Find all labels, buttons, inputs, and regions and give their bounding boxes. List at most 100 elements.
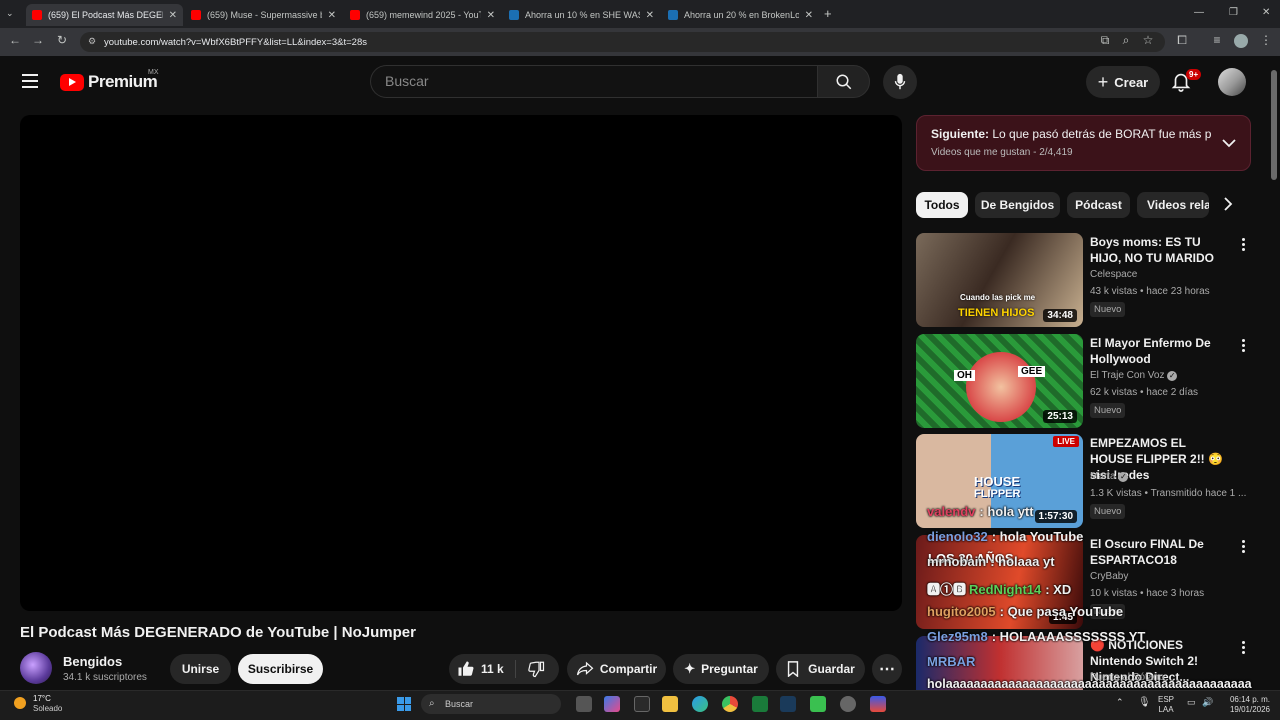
tab-search-icon[interactable]: ⌄ <box>6 8 14 19</box>
more-vert-icon[interactable] <box>1240 641 1246 656</box>
more-vert-icon[interactable] <box>1240 339 1246 354</box>
ask-button[interactable]: ✦ Preguntar <box>673 654 769 684</box>
lang-top: ESP <box>1158 695 1175 704</box>
volume-icon[interactable]: 🔊 <box>1202 697 1213 708</box>
close-tab-icon[interactable]: ✕ <box>487 10 495 21</box>
new-tab-button[interactable]: + <box>824 6 832 21</box>
reload-icon[interactable]: ↻ <box>54 33 70 47</box>
recommendation-channel[interactable]: Celespace <box>1090 269 1137 280</box>
join-button[interactable]: Unirse <box>170 654 231 684</box>
recommendation-title[interactable]: Boys moms: ES TU HIJO, NO TU MARIDO <box>1090 234 1230 266</box>
edge-icon[interactable] <box>692 696 708 712</box>
file-explorer-icon[interactable] <box>662 696 678 712</box>
app-icon[interactable] <box>870 696 886 712</box>
youtube-premium-logo[interactable]: Premium MX <box>60 69 159 92</box>
maximize-button[interactable]: ❐ <box>1229 7 1238 18</box>
recommendation-channel[interactable]: CryBaby <box>1090 571 1128 582</box>
thumbnail-face <box>966 352 1036 422</box>
subscribe-button[interactable]: Suscribirse <box>238 654 323 684</box>
media-icon[interactable]: ≡ <box>1209 33 1225 47</box>
chip-de-bengidos[interactable]: De Bengidos <box>975 192 1060 218</box>
more-actions-button[interactable]: ⋯ <box>872 654 902 684</box>
recommendation-title[interactable]: El Oscuro FINAL De ESPARTACO18 <box>1090 536 1230 568</box>
save-button[interactable]: Guardar <box>776 654 865 684</box>
hamburger-menu-icon[interactable] <box>22 74 38 88</box>
video-player[interactable] <box>20 115 902 611</box>
forward-icon[interactable]: → <box>30 33 46 47</box>
tab-title: (659) Muse - Supermassive black hole <box>207 10 322 20</box>
video-thumbnail[interactable]: OH GEE 25:13 <box>916 334 1083 428</box>
site-info-icon[interactable]: ⚙ <box>88 36 96 47</box>
windows-start-icon[interactable] <box>397 697 411 711</box>
browser-tab[interactable]: (659) El Podcast Más DEGENERADO de YouTu… <box>26 4 183 26</box>
address-bar[interactable]: ⚙ youtube.com/watch?v=WbfX6BtPFFY&list=L… <box>80 32 1165 52</box>
close-tab-icon[interactable]: ✕ <box>805 10 813 21</box>
channel-avatar[interactable] <box>20 652 52 684</box>
chips-next-button[interactable] <box>1222 197 1240 215</box>
thumbs-down-icon[interactable] <box>527 660 545 678</box>
more-vert-icon[interactable] <box>1240 540 1246 555</box>
bookmark-star-icon[interactable]: ☆ <box>1140 33 1156 47</box>
recommendation-channel[interactable]: El Traje Con Voz ✓ <box>1090 370 1178 381</box>
copilot-icon[interactable] <box>604 696 620 712</box>
taskbar-search[interactable]: Buscar <box>421 694 561 714</box>
language-indicator[interactable]: ESP LAA <box>1158 695 1174 715</box>
logo-text: Premium <box>88 72 158 91</box>
close-window-button[interactable]: ✕ <box>1262 7 1270 18</box>
search-input[interactable]: Buscar <box>370 65 817 98</box>
video-thumbnail[interactable]: Cuando las pick me TIENEN HIJOS 34:48 <box>916 233 1083 327</box>
share-button[interactable]: Compartir <box>567 654 666 684</box>
youtube-play-icon <box>60 73 84 91</box>
clock[interactable]: 06:14 p. m. 19/01/2026 <box>1222 695 1270 715</box>
network-icon[interactable]: ▭ <box>1187 697 1196 708</box>
browser-tab[interactable]: Ahorra un 20 % en BrokenLore ✕ <box>662 4 819 26</box>
cast-icon[interactable]: ⧉ <box>1097 33 1113 48</box>
recommendation-title[interactable]: El Mayor Enfermo De Hollywood <box>1090 335 1230 367</box>
create-button[interactable]: + Crear <box>1086 66 1160 98</box>
browser-tab[interactable]: (659) Muse - Supermassive black hole ✕ <box>185 4 342 26</box>
recommendation-channel[interactable]: Marta ✓ <box>1090 471 1129 482</box>
back-icon[interactable]: ← <box>7 33 23 47</box>
recommendation-meta: 43 k vistas • hace 23 horas <box>1090 286 1210 297</box>
tray-chevron-icon[interactable]: ⌃ <box>1116 697 1124 708</box>
weather-sun-icon[interactable] <box>14 697 26 709</box>
steam-icon[interactable] <box>780 696 796 712</box>
chip-videos-relacionados[interactable]: Videos rela <box>1137 192 1209 218</box>
chat-username: MRBAR <box>927 654 976 669</box>
chat-message: 🅰①🅱 RedNight14: XD <box>927 579 1071 598</box>
app-icon[interactable] <box>840 696 856 712</box>
up-next-panel[interactable]: Siguiente: Lo que pasó detrás de BORAT f… <box>916 115 1251 171</box>
voice-search-button[interactable] <box>883 65 917 99</box>
channel-name-text: El Traje Con Voz <box>1090 370 1165 381</box>
zoom-icon[interactable]: ⌕ <box>1118 33 1134 48</box>
youtube-favicon-icon <box>32 10 42 20</box>
browser-menu-icon[interactable]: ⋮ <box>1258 33 1274 47</box>
task-view-icon[interactable] <box>576 696 592 712</box>
app-icon[interactable] <box>810 696 826 712</box>
recommendation-meta: 1.3 K vistas • Transmitido hace 1 ... <box>1090 488 1247 499</box>
microphone-tray-icon[interactable]: 🎙 <box>1138 697 1151 708</box>
like-button[interactable]: 11 k <box>457 660 504 678</box>
browser-tab[interactable]: Ahorra un 10 % en SHE WAS SO ✕ <box>503 4 660 26</box>
minimize-button[interactable]: — <box>1194 7 1204 18</box>
browser-tab[interactable]: (659) memewind 2025 - YouTube ✕ <box>344 4 501 26</box>
store-icon[interactable] <box>634 696 650 712</box>
excel-icon[interactable] <box>752 696 768 712</box>
new-badge: Nuevo <box>1090 504 1126 519</box>
weather-widget[interactable]: 17°C Soleado <box>33 694 62 714</box>
extensions-icon[interactable]: ⧠ <box>1174 33 1190 48</box>
page-scrollbar[interactable] <box>1271 70 1277 180</box>
chrome-icon[interactable] <box>722 696 738 712</box>
search-button[interactable] <box>817 65 870 98</box>
chevron-down-icon[interactable] <box>1222 138 1236 148</box>
profile-icon[interactable] <box>1234 34 1248 48</box>
close-tab-icon[interactable]: ✕ <box>646 10 654 21</box>
chip-podcast[interactable]: Pódcast <box>1067 192 1130 218</box>
chip-todos[interactable]: Todos <box>916 192 968 218</box>
more-vert-icon[interactable] <box>1240 238 1246 253</box>
account-avatar[interactable] <box>1218 68 1246 96</box>
tab-title: Ahorra un 10 % en SHE WAS SO <box>525 10 640 20</box>
close-tab-icon[interactable]: ✕ <box>328 10 336 21</box>
close-tab-icon[interactable]: ✕ <box>169 10 177 21</box>
channel-name[interactable]: Bengidos <box>63 654 122 669</box>
